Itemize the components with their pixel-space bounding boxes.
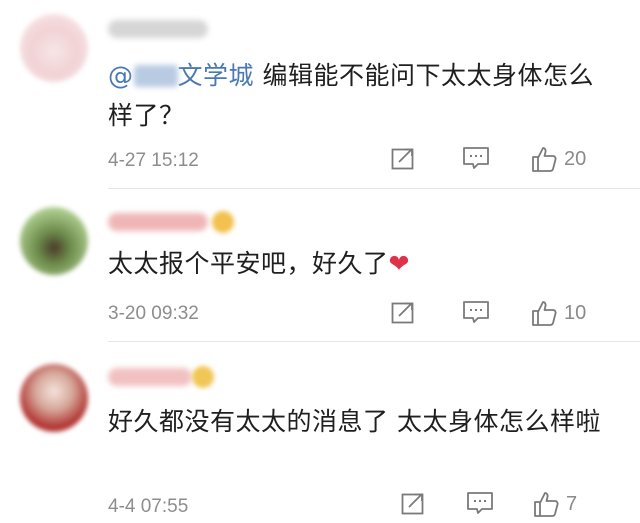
timestamp: 4-4 07:55 — [108, 496, 189, 517]
comment-text: @ 文学城 编辑能不能问下太太身体怎么样了？ — [108, 56, 618, 136]
avatar[interactable] — [20, 14, 88, 82]
action-bar: 10 — [390, 299, 620, 331]
like-count: 7 — [566, 492, 578, 515]
nickname-blurred[interactable] — [108, 20, 208, 38]
timestamp: 3-20 09:32 — [108, 303, 199, 324]
comment-button[interactable] — [462, 145, 490, 171]
like-count: 20 — [564, 147, 587, 170]
comment-item-1: @ 文学城 编辑能不能问下太太身体怎么样了？ 4-27 15:12 20 — [0, 0, 640, 188]
repost-icon — [391, 148, 414, 170]
avatar[interactable] — [20, 364, 88, 432]
mention-name-blurred — [133, 65, 178, 87]
thumbs-up-icon — [532, 147, 557, 172]
comment-body: 好久都没有太太的消息了 太太身体怎么样啦 — [108, 407, 601, 436]
mention-link[interactable]: @ 文学城 — [108, 61, 254, 90]
comment-item-2: 太太报个平安吧，好久了❤ 3-20 09:32 10 — [0, 189, 640, 341]
like-button[interactable]: 7 — [532, 490, 577, 518]
action-bar: 20 — [390, 145, 620, 177]
repost-button[interactable] — [390, 299, 416, 325]
comment-icon — [463, 147, 489, 169]
timestamp: 4-27 15:12 — [108, 150, 199, 171]
avatar[interactable] — [20, 207, 88, 275]
comment-text: 太太报个平安吧，好久了❤ — [108, 244, 618, 284]
comment-body: 太太报个平安吧，好久了 — [108, 249, 389, 278]
repost-button[interactable] — [400, 490, 426, 516]
comment-text: 好久都没有太太的消息了 太太身体怎么样啦 — [108, 402, 618, 442]
vip-badge — [192, 366, 214, 388]
like-button[interactable]: 10 — [530, 299, 586, 327]
thumbs-up-icon — [532, 301, 557, 326]
comment-button[interactable] — [466, 490, 494, 516]
repost-button[interactable] — [390, 145, 416, 171]
like-button[interactable]: 20 — [530, 145, 586, 173]
nickname-blurred[interactable] — [108, 368, 192, 386]
comment-icon — [463, 301, 489, 323]
comment-button[interactable] — [462, 299, 490, 325]
thumbs-up-icon — [534, 492, 559, 517]
action-bar: 7 — [400, 490, 620, 522]
repost-icon — [401, 493, 424, 515]
comment-icon — [467, 492, 493, 514]
vip-badge — [212, 211, 234, 233]
comment-item-3: 好久都没有太太的消息了 太太身体怎么样啦 4-4 07:55 7 — [0, 342, 640, 523]
repost-icon — [391, 302, 414, 324]
heart-emoji: ❤ — [388, 249, 410, 278]
like-count: 10 — [564, 301, 587, 324]
nickname-blurred[interactable] — [108, 213, 208, 231]
